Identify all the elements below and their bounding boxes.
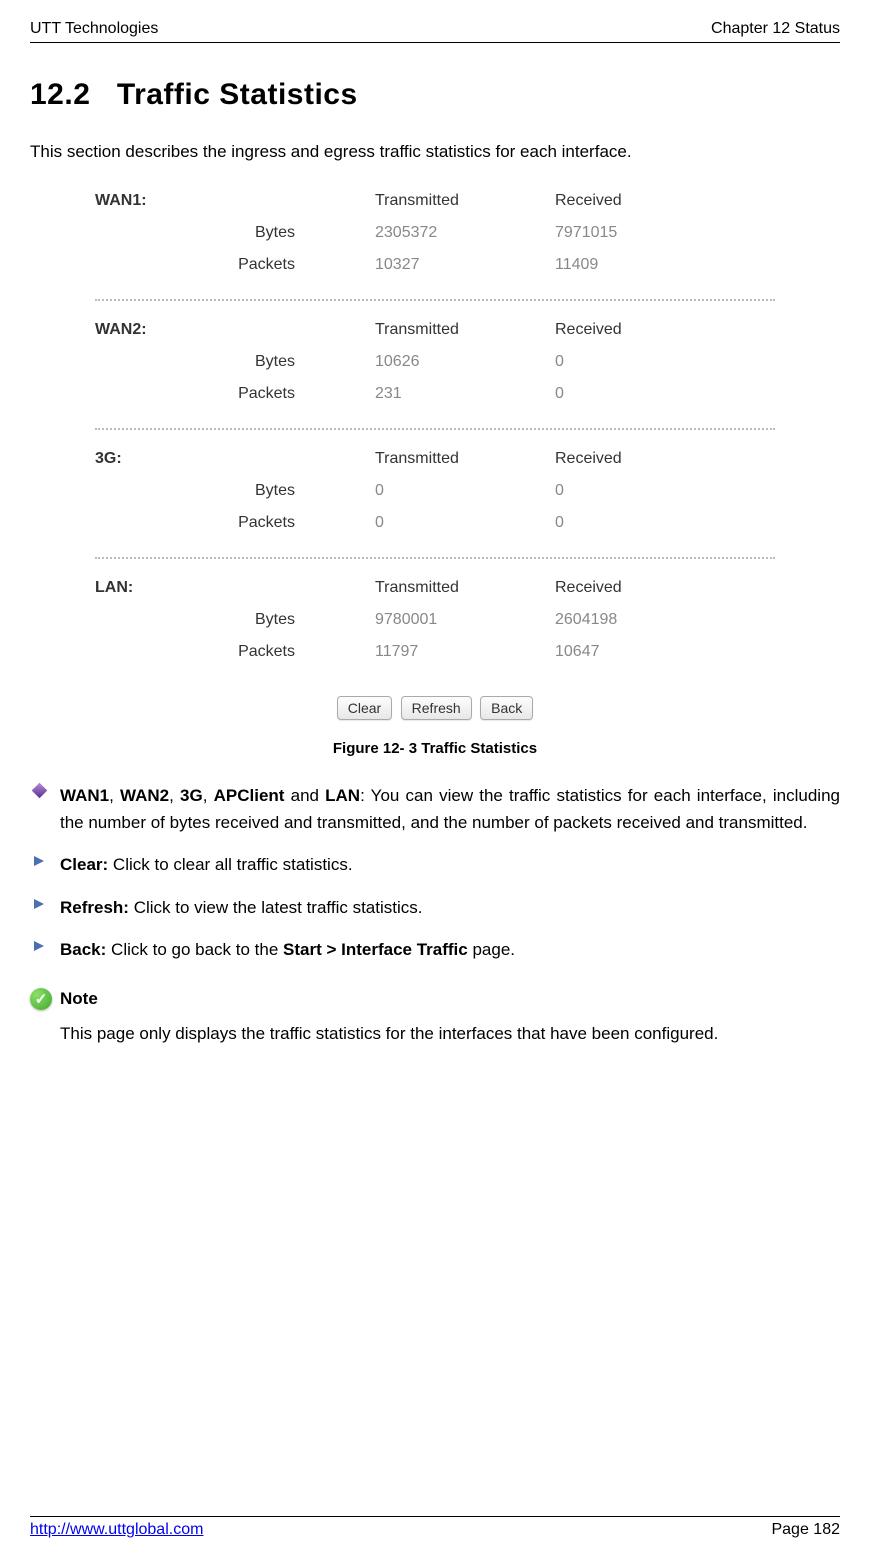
divider (95, 557, 775, 559)
triangle-icon (30, 894, 60, 921)
note-header: ✓ Note (30, 988, 840, 1010)
packets-tx: 10327 (375, 256, 555, 274)
interface-name: WAN1: (95, 192, 375, 210)
list-item: Back: Click to go back to the Start > In… (30, 936, 840, 963)
note-body: This page only displays the traffic stat… (60, 1020, 840, 1049)
column-header-received: Received (555, 579, 735, 597)
interface-name: LAN: (95, 579, 375, 597)
page-footer: http://www.uttglobal.com Page 182 (30, 1516, 840, 1539)
clear-button[interactable]: Clear (337, 696, 392, 720)
packets-rx: 11409 (555, 256, 735, 274)
header-chapter: Chapter 12 Status (711, 20, 840, 38)
interface-block-wan1: WAN1: Transmitted Received Bytes 2305372… (75, 182, 795, 289)
button-bar: Clear Refresh Back (75, 696, 795, 720)
bytes-tx: 0 (375, 482, 555, 500)
bytes-rx: 0 (555, 482, 735, 500)
bytes-tx: 10626 (375, 353, 555, 371)
row-label-packets: Packets (95, 385, 375, 403)
bytes-rx: 7971015 (555, 224, 735, 242)
packets-rx: 0 (555, 514, 735, 532)
figure-caption: Figure 12- 3 Traffic Statistics (30, 740, 840, 757)
row-label-bytes: Bytes (95, 482, 375, 500)
column-header-transmitted: Transmitted (375, 192, 555, 210)
table-row: Packets 0 0 (95, 514, 775, 532)
packets-tx: 11797 (375, 643, 555, 661)
column-header-transmitted: Transmitted (375, 450, 555, 468)
bytes-tx: 9780001 (375, 611, 555, 629)
divider (95, 299, 775, 301)
column-header-received: Received (555, 192, 735, 210)
triangle-icon (30, 851, 60, 878)
header-company: UTT Technologies (30, 20, 158, 38)
interface-name: WAN2: (95, 321, 375, 339)
table-row: Bytes 10626 0 (95, 353, 775, 371)
column-header-received: Received (555, 321, 735, 339)
row-label-packets: Packets (95, 514, 375, 532)
interface-block-3g: 3G: Transmitted Received Bytes 0 0 Packe… (75, 440, 795, 547)
column-header-received: Received (555, 450, 735, 468)
note-label: Note (60, 989, 98, 1009)
footer-link[interactable]: http://www.uttglobal.com (30, 1521, 203, 1539)
bytes-tx: 2305372 (375, 224, 555, 242)
packets-rx: 10647 (555, 643, 735, 661)
interface-block-wan2: WAN2: Transmitted Received Bytes 10626 0… (75, 311, 795, 418)
refresh-button[interactable]: Refresh (401, 696, 472, 720)
interface-block-lan: LAN: Transmitted Received Bytes 9780001 … (75, 569, 795, 676)
column-header-transmitted: Transmitted (375, 321, 555, 339)
page-header: UTT Technologies Chapter 12 Status (30, 20, 840, 43)
column-header-transmitted: Transmitted (375, 579, 555, 597)
table-row: Bytes 9780001 2604198 (95, 611, 775, 629)
table-row: Bytes 2305372 7971015 (95, 224, 775, 242)
row-label-packets: Packets (95, 643, 375, 661)
table-row: Bytes 0 0 (95, 482, 775, 500)
packets-rx: 0 (555, 385, 735, 403)
intro-paragraph: This section describes the ingress and e… (30, 142, 840, 162)
bytes-rx: 0 (555, 353, 735, 371)
section-number: 12.2 (30, 78, 90, 111)
bullet-description: WAN1, WAN2, 3G, APClient and LAN: You ca… (60, 782, 840, 836)
list-item: Clear: Click to clear all traffic statis… (30, 851, 840, 878)
row-label-bytes: Bytes (95, 611, 375, 629)
packets-tx: 0 (375, 514, 555, 532)
table-row: Packets 231 0 (95, 385, 775, 403)
bullet-back: Back: Click to go back to the Start > In… (60, 936, 840, 963)
triangle-icon (30, 936, 60, 963)
bullet-clear: Clear: Click to clear all traffic statis… (60, 851, 840, 878)
row-label-bytes: Bytes (95, 224, 375, 242)
table-row: Packets 11797 10647 (95, 643, 775, 661)
table-row: Packets 10327 11409 (95, 256, 775, 274)
list-item: Refresh: Click to view the latest traffi… (30, 894, 840, 921)
row-label-packets: Packets (95, 256, 375, 274)
section-heading: 12.2 Traffic Statistics (30, 78, 840, 112)
bytes-rx: 2604198 (555, 611, 735, 629)
traffic-stats-panel: WAN1: Transmitted Received Bytes 2305372… (75, 182, 795, 720)
checkmark-icon: ✓ (30, 988, 52, 1010)
divider (95, 428, 775, 430)
section-title-text: Traffic Statistics (117, 78, 358, 111)
footer-page-number: Page 182 (771, 1521, 840, 1539)
list-item: WAN1, WAN2, 3G, APClient and LAN: You ca… (30, 782, 840, 836)
back-button[interactable]: Back (480, 696, 533, 720)
packets-tx: 231 (375, 385, 555, 403)
interface-name: 3G: (95, 450, 375, 468)
diamond-icon (30, 782, 60, 836)
row-label-bytes: Bytes (95, 353, 375, 371)
bullet-refresh: Refresh: Click to view the latest traffi… (60, 894, 840, 921)
